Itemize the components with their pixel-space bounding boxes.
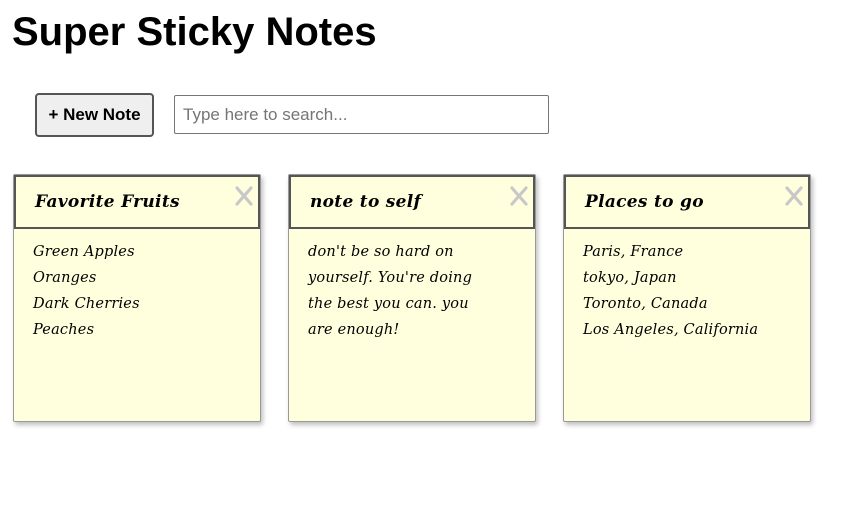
note-title-bar: Places to go [564, 175, 810, 229]
note-title-bar: note to self [289, 175, 535, 229]
note-line: tokyo, Japan [583, 270, 677, 286]
new-note-button[interactable]: + New Note [35, 93, 154, 137]
app-title: Super Sticky Notes [12, 10, 377, 54]
delete-note-button[interactable] [782, 184, 806, 208]
close-icon [510, 186, 528, 206]
note-line: Paris, France [583, 244, 684, 260]
close-icon [785, 186, 803, 206]
note-card: note to self don't be so hard on yoursel… [288, 174, 536, 422]
note-title-bar: Favorite Fruits [14, 175, 260, 229]
note-line: Toronto, Canada [583, 296, 708, 312]
note-line: don't be so hard on [308, 244, 454, 260]
search-input[interactable] [174, 95, 549, 134]
note-title[interactable]: Favorite Fruits [35, 192, 180, 212]
note-line: Oranges [33, 270, 97, 286]
delete-note-button[interactable] [507, 184, 531, 208]
note-line: Dark Cherries [33, 296, 140, 312]
note-line: Los Angeles, California [583, 322, 759, 338]
delete-note-button[interactable] [232, 184, 256, 208]
note-body[interactable]: Paris, France tokyo, Japan Toronto, Cana… [583, 239, 798, 343]
note-body[interactable]: Green Apples Oranges Dark Cherries Peach… [33, 239, 248, 343]
note-card: Places to go Paris, France tokyo, Japan … [563, 174, 811, 422]
note-title[interactable]: note to self [310, 192, 421, 212]
note-line: Peaches [33, 322, 95, 338]
note-line: Green Apples [33, 244, 135, 260]
note-line: are enough! [308, 322, 400, 338]
note-title[interactable]: Places to go [585, 192, 704, 212]
note-card: Favorite Fruits Green Apples Oranges Dar… [13, 174, 261, 422]
note-line: yourself. You're doing [308, 270, 473, 286]
close-icon [235, 186, 253, 206]
note-body[interactable]: don't be so hard on yourself. You're doi… [308, 239, 523, 343]
note-line: the best you can. you [308, 296, 469, 312]
